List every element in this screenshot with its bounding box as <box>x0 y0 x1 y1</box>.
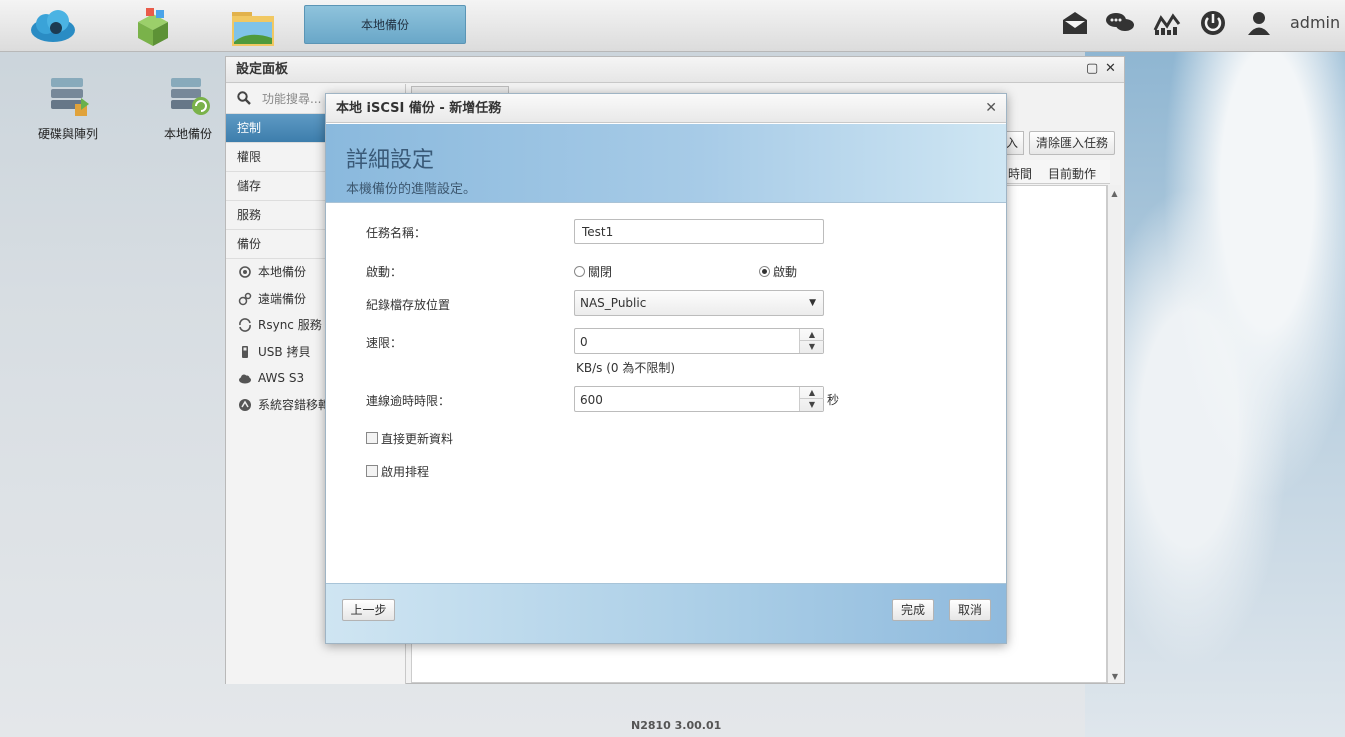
speed-limit-increment-icon[interactable]: ▲ <box>800 329 824 341</box>
desktop-icon-local-backup[interactable]: 本地備份 <box>148 74 228 142</box>
clear-import-tasks-button[interactable]: 清除匯入任務 <box>1029 131 1115 155</box>
enable-label: 啟動： <box>366 265 403 279</box>
scroll-up-icon[interactable]: ▲ <box>1108 189 1121 198</box>
timeout-decrement-icon[interactable]: ▼ <box>800 399 824 411</box>
chat-icon[interactable] <box>1105 8 1135 38</box>
speed-limit-decrement-icon[interactable]: ▼ <box>800 341 824 353</box>
direct-update-label: 直接更新資料 <box>381 432 454 446</box>
banner-subtitle: 本機備份的進階設定。 <box>346 182 477 197</box>
radio-on[interactable]: 啟動 <box>759 263 797 280</box>
task-name-input[interactable] <box>574 219 824 244</box>
column-current-action[interactable]: 目前動作 <box>1048 165 1096 182</box>
remote-backup-icon <box>238 292 252 305</box>
direct-update-checkbox[interactable]: 直接更新資料 <box>366 430 453 447</box>
speed-limit-value: 0 <box>580 335 588 349</box>
import-button-partial[interactable]: 入 <box>1006 131 1024 155</box>
failover-icon <box>239 398 251 411</box>
enable-schedule-box <box>366 465 378 477</box>
disk-array-icon <box>51 78 89 116</box>
prev-button[interactable]: 上一步 <box>342 599 395 621</box>
cancel-button[interactable]: 取消 <box>949 599 991 621</box>
sync-icon <box>239 318 251 332</box>
radio-off-indicator <box>574 266 585 277</box>
timeout-label: 連線逾時時限： <box>366 394 451 408</box>
enable-schedule-label: 啟用排程 <box>381 465 430 479</box>
cloud-small-icon <box>239 374 251 384</box>
desktop-icon-disk-array[interactable]: 硬碟與陣列 <box>28 74 108 142</box>
new-task-dialog: 本地 iSCSI 備份 - 新增任務 ✕ 詳細設定 本機備份的進階設定。 任務名… <box>325 93 1007 644</box>
close-icon[interactable]: ✕ <box>1105 61 1116 76</box>
local-backup-icon <box>171 78 210 115</box>
radio-off[interactable]: 關閉 <box>574 263 612 280</box>
speed-limit-label: 速限： <box>366 336 403 350</box>
settings-panel-title: 設定面板 <box>226 57 1124 83</box>
grid-scrollbar[interactable]: ▲ ▼ <box>1107 185 1121 683</box>
enable-schedule-checkbox[interactable]: 啟用排程 <box>366 463 429 480</box>
banner-title: 詳細設定 <box>346 148 435 173</box>
timeout-increment-icon[interactable]: ▲ <box>800 387 824 399</box>
radio-on-indicator <box>759 266 770 277</box>
radio-off-label: 關閉 <box>588 265 613 279</box>
sidebar-item-label: AWS S3 <box>258 371 305 385</box>
scroll-down-icon[interactable]: ▼ <box>1108 672 1122 681</box>
sidebar-item-label: 系統容錯移轉 <box>258 397 331 412</box>
task-name-label: 任務名稱： <box>366 226 427 240</box>
folder-icon[interactable] <box>228 4 278 48</box>
desktop-icon-label: 本地備份 <box>163 127 212 141</box>
timeout-value: 600 <box>580 393 603 407</box>
log-location-label: 紀錄檔存放位置 <box>366 298 451 312</box>
username-label[interactable]: admin <box>1290 13 1340 32</box>
chevron-down-icon: ▼ <box>809 298 816 308</box>
cloud-icon[interactable] <box>28 4 78 48</box>
taskbar: 本地備份 admin <box>0 0 1345 52</box>
sidebar-item-label: 本地備份 <box>258 265 307 279</box>
finish-button[interactable]: 完成 <box>892 599 934 621</box>
dialog-close-icon[interactable]: ✕ <box>985 100 997 116</box>
search-placeholder: 功能搜尋... <box>262 92 322 106</box>
usb-icon <box>242 345 248 358</box>
speed-limit-stepper[interactable]: 0 ▲ ▼ <box>574 328 824 354</box>
dialog-footer: 上一步 完成 取消 <box>326 583 1006 643</box>
task-grid-header: 時間 目前動作 <box>1004 160 1110 184</box>
column-time[interactable]: 時間 <box>1008 165 1032 182</box>
desktop-icon-label: 硬碟與陣列 <box>37 127 98 141</box>
log-location-value: NAS_Public <box>580 296 647 310</box>
app-box-icon[interactable] <box>128 4 178 48</box>
maximize-icon[interactable]: ▢ <box>1086 61 1098 76</box>
sidebar-item-label: USB 拷貝 <box>258 344 311 359</box>
speed-limit-hint: KB/s (0 為不限制) <box>576 361 676 375</box>
user-icon[interactable] <box>1244 8 1274 38</box>
search-icon <box>237 91 251 105</box>
mail-icon[interactable] <box>1060 8 1090 38</box>
log-location-select[interactable]: NAS_Public ▼ <box>574 290 824 316</box>
local-backup-small-icon <box>239 266 251 278</box>
firmware-version: N2810 3.00.01 <box>631 719 722 732</box>
sidebar-item-label: 遠端備份 <box>258 291 307 306</box>
network-monitor-icon[interactable] <box>1152 8 1182 38</box>
timeout-stepper[interactable]: 600 ▲ ▼ <box>574 386 824 412</box>
timeout-unit: 秒 <box>827 393 840 407</box>
sidebar-item-label: Rsync 服務 <box>258 318 322 332</box>
power-icon[interactable] <box>1198 8 1228 38</box>
radio-on-label: 啟動 <box>773 265 798 279</box>
dialog-title: 本地 iSCSI 備份 - 新增任務 <box>326 94 1006 123</box>
direct-update-box <box>366 432 378 444</box>
dialog-banner: 詳細設定 本機備份的進階設定。 <box>326 124 1006 203</box>
taskbar-task-local-backup[interactable]: 本地備份 <box>304 5 466 44</box>
